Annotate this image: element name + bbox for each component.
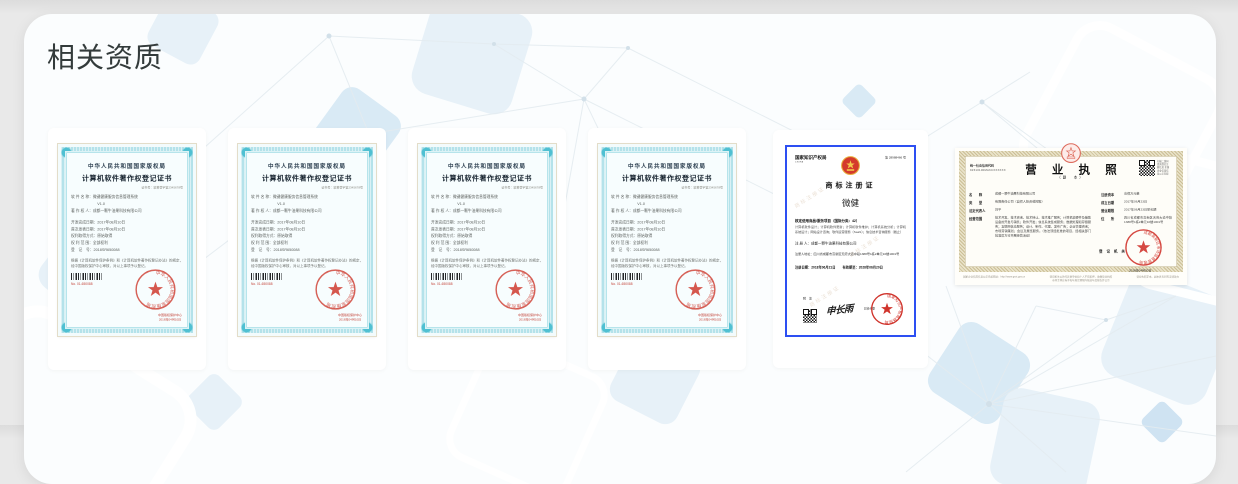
barcode [611, 273, 642, 281]
footer-right: 营业执照正本、副本具有同等法律效力 [1136, 275, 1179, 279]
certificate-number: 证书号：软著登字第2345678号 [501, 186, 543, 190]
registration-details: 开发完成日期：2017年08月10日 首次发表日期：2017年08月10日 权利… [611, 219, 666, 253]
seal-caption: 中国版权保护中心 2018年04月10日 [517, 314, 542, 322]
license-right-fields: 注册资本 壹佰万元整 成立日期 2017年06月23日 营业期限 2017年06月23… [1101, 192, 1172, 224]
barcode [251, 273, 282, 281]
note-label: 附 注 [803, 297, 813, 301]
goods-list: 计算机软件设计；计算机软件更新；计算机软件维护；计算机系统分析；计算机系统设计；… [795, 225, 906, 234]
seal-caption: 中国版权保护中心 2018年04月10日 [337, 314, 362, 322]
issuing-authority: 中华人民共和国国家版权局 [88, 163, 166, 170]
goods-heading: 核定使用商品/服务项目（国际分类：42） [795, 219, 860, 224]
certificate-title: 计算机软件著作权登记证书 [622, 175, 712, 183]
registrant: 注 册 人：成都一颗牛油果科技有限公司 [795, 242, 857, 246]
official-seal-icon: 国家知识产权局商标局 [870, 292, 904, 326]
official-seal-icon: 中华人民共和国国家版权局 [674, 268, 717, 311]
seal-caption: 中国版权保护中心 2018年04月10日 [157, 314, 182, 322]
footer-left: 国家企业信用信息公示系统网址：http://www.gsxt.gov.cn [963, 275, 1026, 279]
certificate-title: 计算机软件著作权登记证书 [442, 175, 532, 183]
official-seal-icon: 中华人民共和国国家版权局 [314, 268, 357, 311]
qr-code-block: 扫描二维码 查询登记注 册信息 全国 企业信用信 息公示系统 [1139, 160, 1175, 176]
trademark-certificate-image: 商标注册证 商标注册证 商标注册证 国家知识产权局 CNIPA 第 289884… [785, 145, 916, 337]
copyright-certificate-image: 中华人民共和国国家版权局 计算机软件著作权登记证书 证书号：软著登字第23456… [58, 144, 196, 336]
registration-details: 开发完成日期：2017年08月10日 首次发表日期：2017年08月10日 权利… [251, 219, 306, 253]
registrar-label: 登 记 机 关 [1099, 250, 1127, 254]
issue-date: 2018年04月20日 [1129, 269, 1152, 273]
certificate-title: 商标注册证 [825, 181, 876, 189]
registration-dates: 注册日期：2018年06月21日 有效期至：2028年06月20日 [795, 265, 883, 270]
business-license[interactable]: 统一社会信用代码 91510100MA6CXXXXXX 营 业 执 照 （副 本… [955, 143, 1187, 285]
qr-code [1139, 160, 1155, 176]
trademark-number: 第 28988466 号 [884, 156, 906, 160]
director-signature: 申长雨 [825, 303, 853, 318]
registrant-address: 注册人地址：四川省成都市高新区天府大道中段1388号1栋2单元10楼1001号 [795, 252, 900, 257]
svg-text:中华人民共和国国家版权局: 中华人民共和国国家版权局 [685, 269, 715, 309]
copyright-certificate-card[interactable]: 中华人民共和国国家版权局 计算机软件著作权登记证书 证书号：软著登字第23456… [228, 128, 386, 370]
software-info: 软 件 名 称：微键健康服务信息管理系统 V1.0 著 作 权 人：成都一颗牛油… [431, 194, 502, 213]
barcode [431, 273, 462, 281]
footer-center: 登记机关以外的其他单位和个人不得扣押、收缴营业执照 市场主体应当于每年规定期限内… [1049, 275, 1113, 283]
copyright-certificate-image: 中华人民共和国国家版权局 计算机软件著作权登记证书 证书号：软著登字第23456… [598, 144, 736, 336]
svg-text:中华人民共和国国家版权局: 中华人民共和国国家版权局 [145, 269, 175, 309]
qr-caption: 扫描二维码 查询登记注 册信息 全国 企业信用信 息公示系统 [1157, 160, 1170, 175]
certificate-number: 证书号：软著登字第2345678号 [141, 186, 183, 190]
issuer-logo: 国家知识产权局 CNIPA [795, 155, 827, 163]
trademark-name: 微健 [842, 198, 859, 209]
seal-caption: 中国版权保护中心 2018年04月10日 [697, 314, 722, 322]
qr-code [803, 309, 817, 323]
license-left-fields: 名 称成都一颗牛油果科技有限公司 类 型有限责任公司（自然人投资或控股） 法定代… [969, 192, 1091, 238]
certificate-number: 证书号：软著登字第2345678号 [681, 186, 723, 190]
official-seal-icon: 中华人民共和国国家版权局 [494, 268, 537, 311]
copyright-certificate-card[interactable]: 中华人民共和国国家版权局 计算机软件著作权登记证书 证书号：软著登字第23456… [588, 128, 746, 370]
trademark-certificate-card[interactable]: 商标注册证 商标注册证 商标注册证 国家知识产权局 CNIPA 第 289884… [773, 130, 928, 368]
svg-text:中华人民共和国国家版权局: 中华人民共和国国家版权局 [505, 269, 535, 309]
issuing-authority: 中华人民共和国国家版权局 [448, 163, 526, 170]
software-info: 软 件 名 称：微键健康服务信息管理系统 V1.0 著 作 权 人：成都一颗牛油… [611, 194, 682, 213]
software-info: 软 件 名 称：微键健康服务信息管理系统 V1.0 著 作 权 人：成都一颗牛油… [251, 194, 322, 213]
license-footer-notes: 国家企业信用信息公示系统网址：http://www.gsxt.gov.cn 登记… [963, 276, 1179, 283]
certificate-number: 证书号：软著登字第2345678号 [321, 186, 363, 190]
national-emblem-icon [840, 154, 861, 176]
svg-text:中华人民共和国国家版权局: 中华人民共和国国家版权局 [325, 269, 355, 309]
official-seal-icon: 中华人民共和国国家版权局 [134, 268, 177, 311]
registration-details: 开发完成日期：2017年08月10日 首次发表日期：2017年08月10日 权利… [431, 219, 486, 253]
copyright-certificate-card[interactable]: 中华人民共和国国家版权局 计算机软件著作权登记证书 证书号：软著登字第23456… [408, 128, 566, 370]
section-title: 相关资质 [47, 42, 164, 73]
qualifications-section-card: 相关资质 中华人民共和国国家版权局 计算机软件著作权登记证书 证书号：软著登字第… [24, 14, 1216, 484]
barcode [71, 273, 102, 281]
official-seal-icon: 成都高新区市场监督管理局 [1124, 228, 1163, 267]
issuing-authority: 中华人民共和国国家版权局 [268, 163, 346, 170]
software-info: 软 件 名 称：微键健康服务信息管理系统 V1.0 著 作 权 人：成都一颗牛油… [71, 194, 142, 213]
registration-details: 开发完成日期：2017年08月10日 首次发表日期：2017年08月10日 权利… [71, 219, 126, 253]
certificate-title: 计算机软件著作权登记证书 [262, 175, 352, 183]
copyright-certificate-image: 中华人民共和国国家版权局 计算机软件著作权登记证书 证书号：软著登字第23456… [418, 144, 556, 336]
copyright-certificate-image: 中华人民共和国国家版权局 计算机软件著作权登记证书 证书号：软著登字第23456… [238, 144, 376, 336]
certificate-title: 计算机软件著作权登记证书 [82, 175, 172, 183]
issuing-authority: 中华人民共和国国家版权局 [628, 163, 706, 170]
copyright-certificate-card[interactable]: 中华人民共和国国家版权局 计算机软件著作权登记证书 证书号：软著登字第23456… [48, 128, 206, 370]
